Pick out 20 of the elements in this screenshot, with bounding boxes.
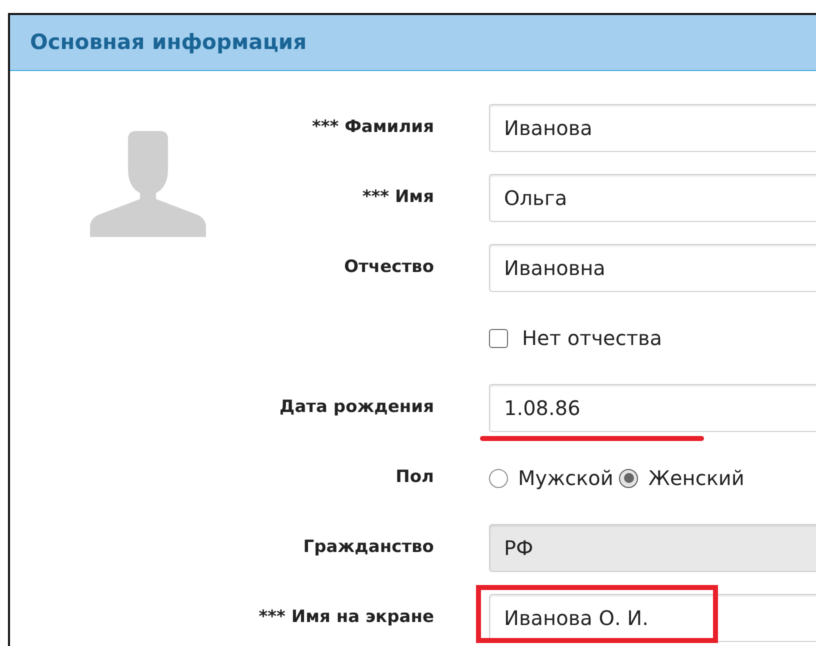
radio-label: Мужской (518, 465, 614, 492)
field-label: Дата рождения (280, 397, 434, 418)
field-label: Отчество (344, 257, 434, 278)
field-label: Пол (396, 467, 434, 488)
panel-title: Основная информация (30, 28, 307, 56)
text-field[interactable]: Ольга (489, 174, 816, 222)
field-label: *** Имя на экране (258, 607, 434, 628)
field-label: *** Фамилия (312, 117, 434, 138)
field-label: *** Имя (362, 187, 434, 208)
checkbox-label: Нет отчества (522, 325, 662, 352)
text-field[interactable]: Ивановна (489, 244, 816, 292)
text-field[interactable]: 1.08.86 (489, 384, 816, 432)
text-field[interactable]: Иванова (489, 104, 816, 152)
field-label: Гражданство (303, 537, 434, 558)
avatar-placeholder-icon (90, 131, 206, 237)
checkbox[interactable] (489, 328, 508, 348)
text-field[interactable]: Иванова О. И. (489, 594, 816, 642)
radio-label: Женский (648, 465, 744, 492)
radio-button[interactable] (619, 468, 638, 488)
radio-button[interactable] (489, 468, 508, 488)
